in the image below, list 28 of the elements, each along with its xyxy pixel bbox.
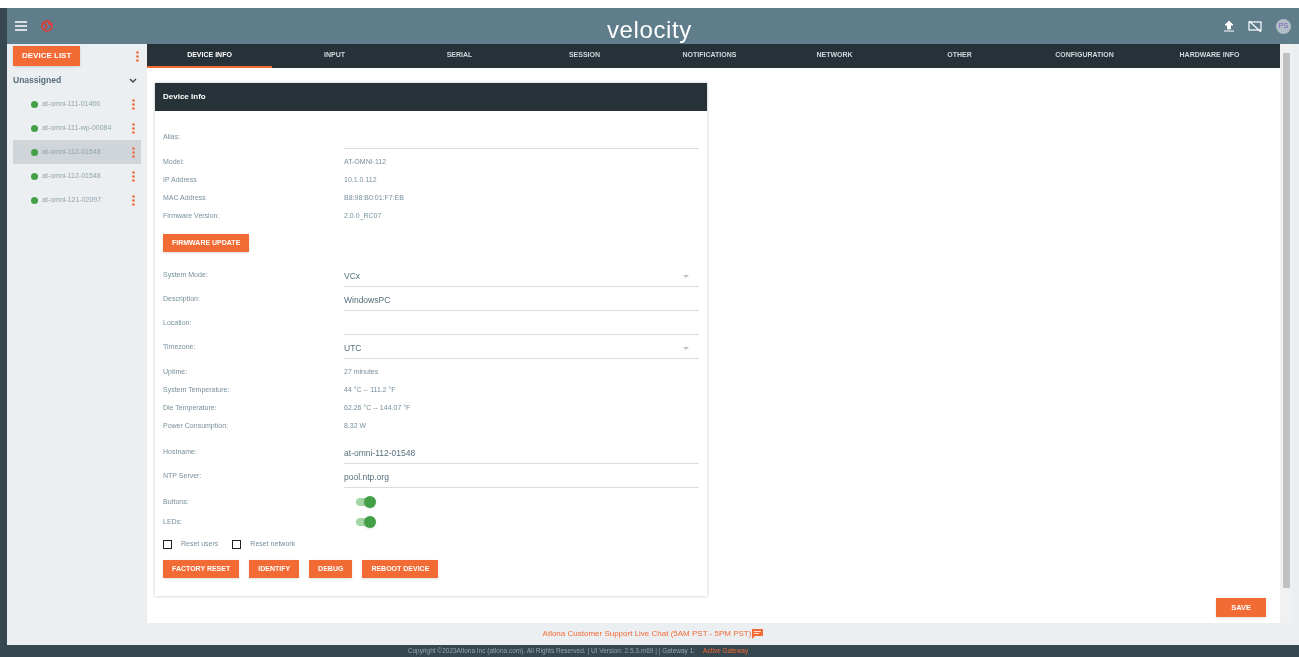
more-icon[interactable]: [136, 50, 139, 62]
chevron-icon[interactable]: [129, 77, 137, 83]
more-icon[interactable]: [132, 98, 135, 110]
dropdown-arrow-icon[interactable]: [683, 346, 689, 351]
checkbox[interactable]: [163, 539, 172, 549]
dropdown-arrow-icon[interactable]: [683, 274, 689, 279]
toggle-switch[interactable]: [356, 498, 374, 506]
toggle-switch[interactable]: [356, 518, 374, 526]
dropdown-field[interactable]: VCx: [344, 267, 699, 287]
support-chat-link[interactable]: Atlona Customer Support Live Chat (5AM PST - 5PM PST): [542, 628, 752, 640]
upload-icon[interactable]: [1224, 20, 1234, 32]
device-list-button[interactable]: DEVICE LIST: [13, 46, 81, 66]
more-icon[interactable]: [132, 170, 135, 182]
chat-icon[interactable]: [752, 629, 764, 639]
more-icon[interactable]: [132, 194, 135, 206]
text-field[interactable]: at-omni-112-01548: [344, 444, 699, 464]
velocity-logo: velocity: [607, 15, 692, 45]
card-title: Device Info: [155, 83, 707, 111]
display-off-icon[interactable]: [1248, 20, 1262, 32]
more-icon[interactable]: [132, 122, 135, 134]
group-label: Unassigned: [13, 73, 62, 87]
text-field[interactable]: WindowsPC: [344, 291, 699, 311]
dropdown-field[interactable]: UTC: [344, 339, 699, 359]
checkbox[interactable]: [232, 539, 242, 549]
group-header[interactable]: Unassigned: [7, 68, 147, 92]
more-icon[interactable]: [132, 146, 135, 158]
menu-icon[interactable]: [15, 21, 27, 31]
text-field[interactable]: pool.ntp.org: [344, 468, 699, 488]
